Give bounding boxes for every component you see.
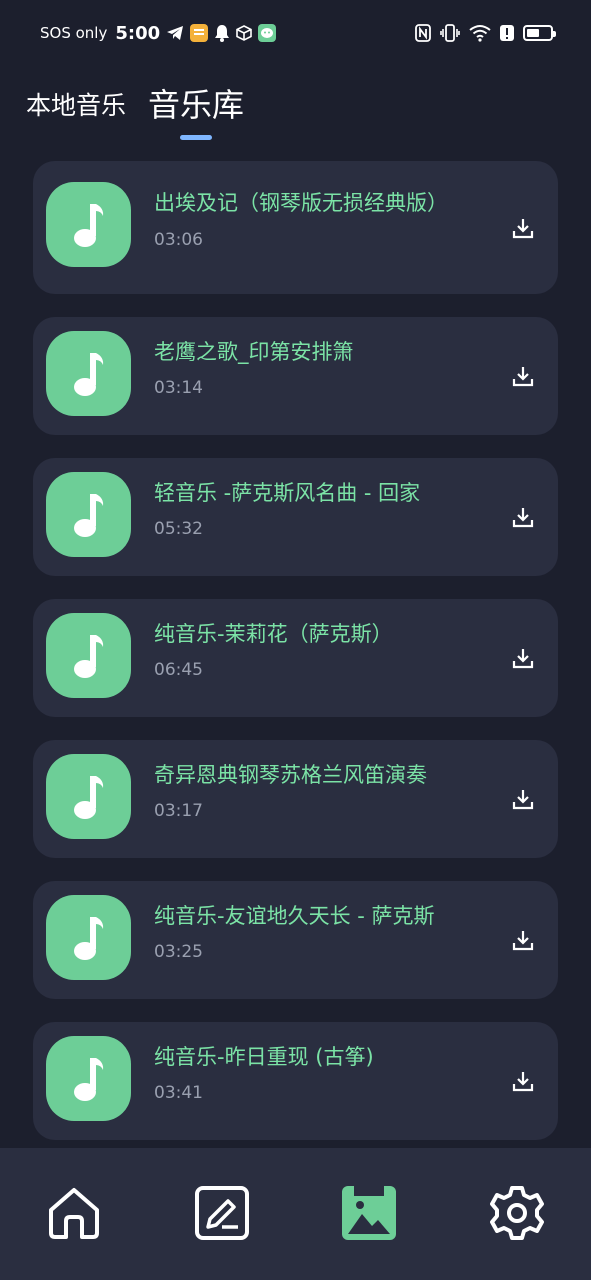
song-cover xyxy=(46,472,131,557)
song-cover xyxy=(46,895,131,980)
song-cover xyxy=(46,182,131,267)
song-duration: 03:14 xyxy=(154,378,203,398)
song-item[interactable]: 轻音乐 -萨克斯风名曲 - 回家 05:32 xyxy=(33,458,558,576)
battery-icon xyxy=(523,25,556,41)
nfc-icon xyxy=(415,24,431,42)
song-info: 纯音乐-昨日重现 (古筝) 03:41 xyxy=(154,1042,468,1103)
music-note-icon xyxy=(73,493,103,537)
tab-music-library-label: 音乐库 xyxy=(148,86,245,124)
song-duration: 05:32 xyxy=(154,519,203,539)
settings-icon xyxy=(490,1186,544,1240)
carrier-text: SOS only xyxy=(40,24,108,42)
music-note-icon xyxy=(73,1057,103,1101)
song-info: 纯音乐-茉莉花（萨克斯） 06:45 xyxy=(154,619,468,680)
top-tabs: 本地音乐 音乐库 xyxy=(26,84,244,144)
music-note-icon xyxy=(73,634,103,678)
song-item[interactable]: 纯音乐-昨日重现 (古筝) 03:41 xyxy=(33,1022,558,1140)
download-icon xyxy=(512,649,534,669)
nav-home-button[interactable] xyxy=(45,1184,103,1242)
status-bar-right xyxy=(415,24,556,42)
nav-edit-button[interactable] xyxy=(193,1184,251,1242)
tab-local-music[interactable]: 本地音乐 xyxy=(26,86,126,144)
download-button[interactable] xyxy=(510,786,536,812)
song-info: 纯音乐-友谊地久天长 - 萨克斯 03:25 xyxy=(154,901,468,962)
screen: SOS only 5:00 本地音乐 音乐库 出埃及记（钢琴版无损经典版） 03… xyxy=(0,0,591,1280)
download-icon xyxy=(512,508,534,528)
song-info: 轻音乐 -萨克斯风名曲 - 回家 05:32 xyxy=(154,478,468,539)
music-note-icon xyxy=(73,352,103,396)
notes-app-icon xyxy=(190,24,209,42)
song-title: 老鹰之歌_印第安排箫 xyxy=(154,340,354,364)
bell-icon xyxy=(214,24,230,42)
download-button[interactable] xyxy=(510,215,536,241)
download-button[interactable] xyxy=(510,927,536,953)
download-button[interactable] xyxy=(510,645,536,671)
song-duration: 03:17 xyxy=(154,801,203,821)
music-note-icon xyxy=(73,916,103,960)
alert-icon xyxy=(500,24,514,42)
song-cover xyxy=(46,754,131,839)
song-duration: 03:41 xyxy=(154,1083,203,1103)
active-tab-indicator xyxy=(180,135,213,140)
song-title: 纯音乐-友谊地久天长 - 萨克斯 xyxy=(154,904,435,928)
status-bar-left: SOS only 5:00 xyxy=(40,22,277,44)
status-bar: SOS only 5:00 xyxy=(0,0,591,66)
song-cover xyxy=(46,613,131,698)
cube-icon xyxy=(236,25,252,41)
song-duration: 03:06 xyxy=(154,230,203,250)
music-note-icon xyxy=(73,203,103,247)
song-title: 纯音乐-昨日重现 (古筝) xyxy=(154,1045,374,1069)
tab-local-music-label: 本地音乐 xyxy=(26,91,127,120)
song-item[interactable]: 奇异恩典钢琴苏格兰风笛演奏 03:17 xyxy=(33,740,558,858)
telegram-icon xyxy=(166,25,184,41)
song-cover xyxy=(46,1036,131,1121)
wifi-icon xyxy=(469,24,491,42)
home-icon xyxy=(49,1188,99,1239)
download-icon xyxy=(512,931,534,951)
song-title: 轻音乐 -萨克斯风名曲 - 回家 xyxy=(154,481,421,505)
vibrate-icon xyxy=(440,24,460,42)
clock-time: 5:00 xyxy=(115,22,161,44)
song-info: 出埃及记（钢琴版无损经典版） 03:06 xyxy=(154,188,468,250)
song-item[interactable]: 纯音乐-茉莉花（萨克斯） 06:45 xyxy=(33,599,558,717)
download-button[interactable] xyxy=(510,1068,536,1094)
song-title: 纯音乐-茉莉花（萨克斯） xyxy=(154,622,393,646)
song-info: 奇异恩典钢琴苏格兰风笛演奏 03:17 xyxy=(154,760,468,821)
bottom-nav xyxy=(0,1148,591,1280)
music-note-icon xyxy=(73,775,103,819)
song-info: 老鹰之歌_印第安排箫 03:14 xyxy=(154,337,468,398)
tab-music-library[interactable]: 音乐库 xyxy=(148,80,244,144)
download-button[interactable] xyxy=(510,363,536,389)
song-duration: 06:45 xyxy=(154,660,203,680)
song-list: 出埃及记（钢琴版无损经典版） 03:06 老鹰之歌_印第安排箫 03:14 轻音… xyxy=(33,161,558,1163)
download-icon xyxy=(512,790,534,810)
song-cover xyxy=(46,331,131,416)
song-item[interactable]: 出埃及记（钢琴版无损经典版） 03:06 xyxy=(33,161,558,294)
nav-settings-button[interactable] xyxy=(488,1184,546,1242)
download-icon xyxy=(512,367,534,387)
song-title: 出埃及记（钢琴版无损经典版） xyxy=(154,191,448,215)
edit-icon xyxy=(195,1186,249,1240)
song-duration: 03:25 xyxy=(154,942,203,962)
song-title: 奇异恩典钢琴苏格兰风笛演奏 xyxy=(154,763,427,787)
download-button[interactable] xyxy=(510,504,536,530)
song-item[interactable]: 纯音乐-友谊地久天长 - 萨克斯 03:25 xyxy=(33,881,558,999)
wechat-icon xyxy=(258,24,277,42)
download-icon xyxy=(512,219,534,239)
music-library-icon xyxy=(342,1186,396,1240)
nav-music-library-button[interactable] xyxy=(340,1184,398,1242)
song-item[interactable]: 老鹰之歌_印第安排箫 03:14 xyxy=(33,317,558,435)
download-icon xyxy=(512,1072,534,1092)
